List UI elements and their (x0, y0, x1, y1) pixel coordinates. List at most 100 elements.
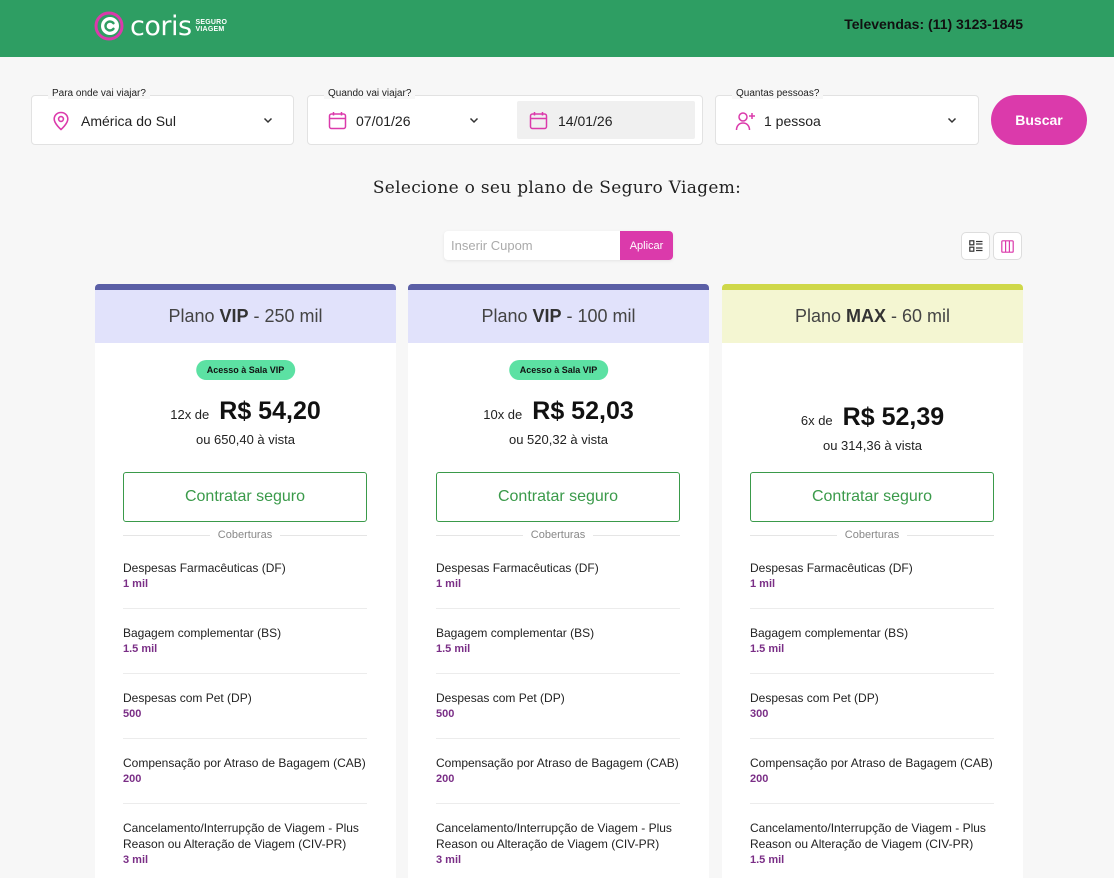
date-start-picker[interactable]: 07/01/26 (308, 96, 508, 144)
coverage-name: Compensação por Atraso de Bagagem (CAB) (123, 756, 366, 770)
coverage-name: Cancelamento/Interrupção de Viagem - Plu… (750, 821, 986, 851)
cash-price: ou 314,36 à vista (822, 438, 923, 453)
coverage-divider (123, 803, 367, 804)
coverage-item: Compensação por Atraso de Bagagem (CAB) 2… (436, 755, 680, 787)
brand-tagline: SEGURO VIAGEM (196, 19, 228, 33)
people-label: Quantas pessoas? (732, 88, 824, 99)
date-end-picker[interactable]: 14/01/26 (517, 101, 695, 139)
coverages-title: Coberturas (750, 529, 994, 541)
coverage-name: Compensação por Atraso de Bagagem (CAB) (750, 756, 993, 770)
add-person-icon (735, 112, 755, 131)
cash-price: ou 650,40 à vista (195, 432, 296, 447)
list-view-button[interactable] (961, 232, 990, 260)
contratar-seguro-button[interactable]: Contratar seguro (123, 472, 367, 522)
coverage-divider (436, 608, 680, 609)
coverage-divider (750, 803, 994, 804)
coverage-name: Despesas com Pet (DP) (436, 691, 565, 705)
price-line: 10x de R$ 52,03 (408, 397, 709, 426)
date-start-value: 07/01/26 (356, 113, 411, 129)
coverage-value: 1 mil (436, 578, 462, 590)
calendar-icon (529, 112, 548, 130)
coverages-title-text: Coberturas (530, 529, 586, 541)
apply-coupon-button[interactable]: Aplicar (620, 231, 673, 260)
installment-price: R$ 54,20 (219, 397, 321, 425)
plan-header: Plano VIP - 250 mil (95, 284, 396, 343)
travel-dates-field: Quando vai viajar? 07/01/26 14/01/26 (307, 88, 703, 145)
destination-value: América do Sul (81, 113, 176, 129)
coverage-name: Bagagem complementar (BS) (750, 626, 909, 640)
plan-header: Plano MAX - 60 mil (722, 284, 1023, 343)
coverage-name: Despesas Farmacêuticas (DF) (123, 561, 286, 575)
coverage-value: 200 (750, 773, 769, 785)
contratar-seguro-button[interactable]: Contratar seguro (436, 472, 680, 522)
coverage-value: 200 (123, 773, 142, 785)
coupon-form: Aplicar (444, 231, 673, 260)
coverage-item: Despesas Farmacêuticas (DF) 1 mil (750, 560, 994, 592)
installments: 12x de (170, 407, 210, 422)
top-header: coris SEGURO VIAGEM Televendas: (11) 312… (0, 0, 1114, 57)
plan-name-suffix: - 250 mil (253, 306, 323, 326)
coverages-title-text: Coberturas (217, 529, 273, 541)
coverage-value: 1.5 mil (750, 643, 785, 655)
coverage-item: Despesas com Pet (DP) 500 (436, 690, 680, 722)
installments: 10x de (483, 407, 523, 422)
plan-card-vip-250: Plano VIP - 250 mil Acesso à Sala VIP 12… (95, 284, 396, 878)
price-line: 12x de R$ 54,20 (95, 397, 396, 426)
coverage-name: Bagagem complementar (BS) (123, 626, 282, 640)
installments: 6x de (800, 413, 833, 428)
coverage-divider (436, 803, 680, 804)
coverage-name: Despesas Farmacêuticas (DF) (750, 561, 913, 575)
coris-logo-mark-icon (94, 11, 124, 41)
coverage-item: Cancelamento/Interrupção de Viagem - Plu… (750, 820, 994, 868)
coverage-value: 3 mil (436, 854, 462, 866)
coverage-value: 500 (436, 708, 455, 720)
coverage-divider (750, 608, 994, 609)
plan-name-prefix: Plano (481, 306, 528, 326)
coverage-name: Compensação por Atraso de Bagagem (CAB) (436, 756, 679, 770)
calendar-icon (328, 112, 347, 130)
coverage-value: 1.5 mil (123, 643, 158, 655)
coverage-value: 1.5 mil (436, 643, 471, 655)
coverage-item: Despesas Farmacêuticas (DF) 1 mil (123, 560, 367, 592)
coverage-divider (750, 738, 994, 739)
columns-view-icon (1001, 239, 1014, 253)
plan-name-suffix: - 60 mil (891, 306, 951, 326)
brand-tagline-line2: VIAGEM (195, 26, 225, 33)
destination-select[interactable]: Para onde vai viajar? América do Sul (31, 88, 294, 145)
televendas-phone[interactable]: Televendas: (11) 3123-1845 (844, 16, 1023, 32)
coverage-value: 3 mil (123, 854, 149, 866)
coupon-input[interactable] (444, 231, 620, 260)
page-subtitle: Selecione o seu plano de Seguro Viagem: (372, 178, 742, 198)
plan-name-bold: MAX (846, 306, 887, 326)
coverage-item: Despesas Farmacêuticas (DF) 1 mil (436, 560, 680, 592)
coverage-item: Compensação por Atraso de Bagagem (CAB) 2… (750, 755, 994, 787)
coverage-divider (123, 738, 367, 739)
coverage-value: 1.5 mil (750, 854, 785, 866)
destination-label: Para onde vai viajar? (48, 88, 150, 99)
search-button[interactable]: Buscar (991, 95, 1087, 145)
people-select[interactable]: Quantas pessoas? 1 pessoa (715, 88, 979, 145)
installment-price: R$ 52,03 (532, 397, 634, 425)
coverage-item: Bagagem complementar (BS) 1.5 mil (750, 625, 994, 657)
plan-name-bold: VIP (219, 306, 249, 326)
date-end-value: 14/01/26 (558, 113, 613, 129)
coverage-name: Despesas com Pet (DP) (123, 691, 252, 705)
coverage-item: Compensação por Atraso de Bagagem (CAB) 2… (123, 755, 367, 787)
list-view-icon (968, 240, 982, 252)
coverage-divider (123, 673, 367, 674)
coverage-name: Cancelamento/Interrupção de Viagem - Plu… (123, 821, 359, 851)
cash-price: ou 520,32 à vista (508, 432, 609, 447)
coverage-name: Bagagem complementar (BS) (436, 626, 595, 640)
plan-card-vip-100: Plano VIP - 100 mil Acesso à Sala VIP 10… (408, 284, 709, 878)
plan-name-bold: VIP (532, 306, 562, 326)
plan-card-max-60: Plano MAX - 60 mil 6x de R$ 52,39 ou 314… (722, 284, 1023, 878)
coris-logo[interactable]: coris SEGURO VIAGEM (94, 10, 227, 42)
column-view-button[interactable] (993, 232, 1022, 260)
coverage-value: 300 (750, 708, 769, 720)
coverage-item: Cancelamento/Interrupção de Viagem - Plu… (436, 820, 680, 868)
chevron-down-icon (263, 117, 273, 124)
price-line: 6x de R$ 52,39 (722, 403, 1023, 432)
chevron-down-icon (469, 117, 479, 124)
coverage-item: Despesas com Pet (DP) 500 (123, 690, 367, 722)
contratar-seguro-button[interactable]: Contratar seguro (750, 472, 994, 522)
